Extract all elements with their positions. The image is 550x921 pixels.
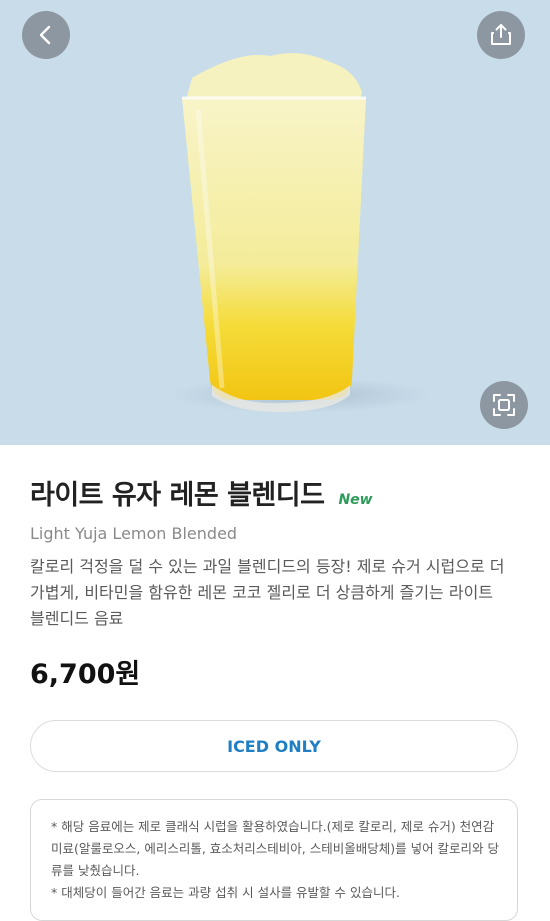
product-name-english: Light Yuja Lemon Blended [30, 524, 238, 543]
product-description: 칼로리 걱정을 덜 수 있는 과일 블렌디드의 등장! 제로 슈거 시럽으로 더… [30, 557, 505, 628]
product-info: 라이트 유자 레몬 블렌디드 New Light Yuja Lemon Blen… [0, 478, 550, 921]
product-price: 6,700원 [30, 659, 141, 690]
share-icon [491, 24, 511, 45]
share-button[interactable] [477, 11, 525, 59]
zoom-button[interactable] [480, 381, 528, 429]
product-hero [0, 0, 550, 445]
title-row: 라이트 유자 레몬 블렌디드 New [30, 478, 520, 512]
temperature-option[interactable]: ICED ONLY [30, 720, 518, 772]
notice-box: * 해당 음료에는 제로 클래식 시럽을 활용하였습니다.(제로 칼로리, 제로… [30, 799, 518, 921]
notice-line: * 해당 음료에는 제로 클래식 시럽을 활용하였습니다.(제로 칼로리, 제로… [51, 819, 500, 878]
notice-line: * 대체당이 들어간 음료는 과량 섭취 시 설사를 유발할 수 있습니다. [51, 885, 400, 900]
back-button[interactable] [22, 11, 70, 59]
chevron-left-icon [39, 25, 51, 45]
expand-icon [493, 394, 515, 416]
new-badge: New [338, 492, 373, 508]
product-name: 라이트 유자 레몬 블렌디드 [30, 480, 325, 511]
drink-image [170, 53, 430, 413]
